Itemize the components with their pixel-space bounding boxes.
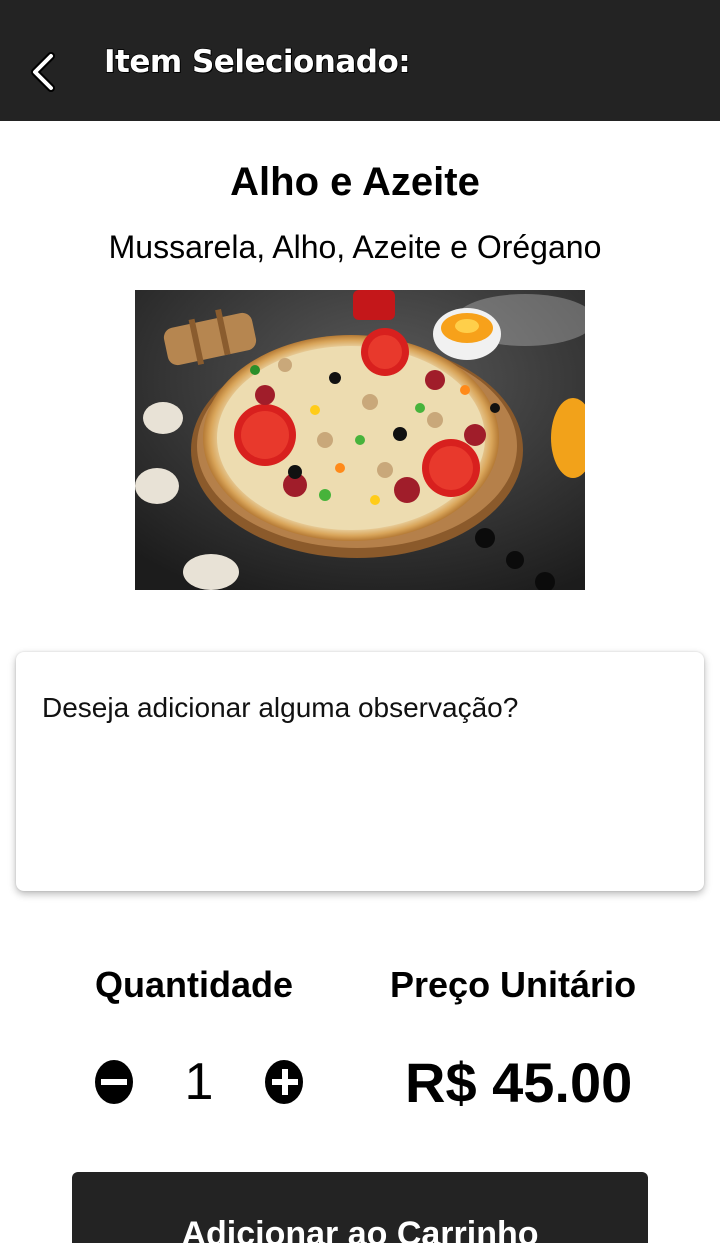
unit-price-value: R$ 45.00 [405,1051,633,1114]
add-to-cart-label: Adicionar ao Carrinho [181,1214,539,1243]
top-app-bar: Item Selecionado: [0,0,720,121]
quantity-label: Quantidade [95,964,294,1005]
item-photo [135,290,585,590]
chevron-left-icon [31,52,55,92]
unit-price-label: Preço Unitário [390,964,637,1005]
back-button[interactable] [22,48,66,96]
decrease-quantity-button[interactable] [95,1060,135,1104]
observation-input[interactable] [42,692,682,872]
item-description: Mussarela, Alho, Azeite e Orégano [108,229,602,265]
plus-circle-icon [265,1060,303,1104]
add-to-cart-button[interactable]: Adicionar ao Carrinho [72,1172,648,1243]
quantity-value: 1 [184,1053,214,1111]
increase-quantity-button[interactable] [265,1060,305,1104]
page-title: Item Selecionado: [103,43,411,81]
observation-card [16,652,704,891]
minus-circle-icon [95,1060,133,1104]
item-name: Alho e Azeite [230,160,480,204]
